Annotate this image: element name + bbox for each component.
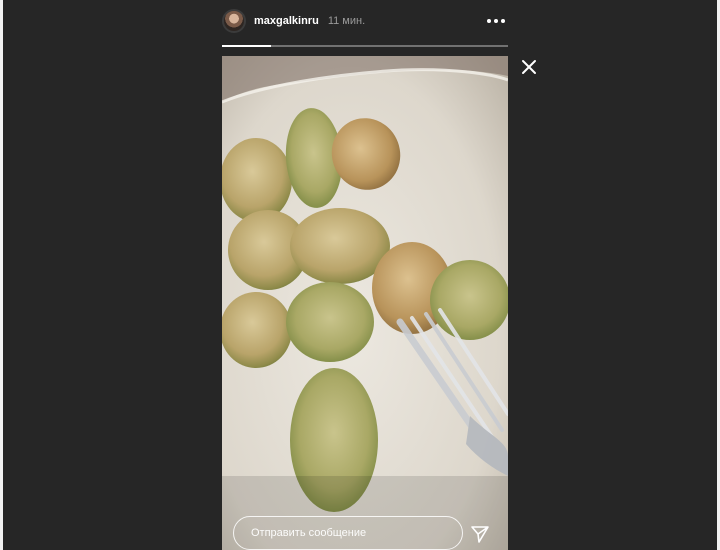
close-icon — [522, 60, 536, 74]
avatar[interactable] — [222, 9, 246, 33]
story-photo — [222, 56, 508, 550]
close-story-button[interactable] — [518, 56, 540, 78]
send-paper-plane-icon — [471, 526, 489, 543]
story-header: maxgalkinru 11 мин. — [222, 6, 508, 36]
send-button[interactable] — [469, 523, 491, 545]
story-progress-bar — [222, 45, 508, 47]
story-media[interactable] — [222, 56, 508, 550]
more-options-button[interactable] — [484, 11, 508, 31]
more-horizontal-icon — [487, 19, 505, 23]
story-progress-fill — [222, 45, 271, 47]
reply-message-input[interactable]: Отправить сообщение — [233, 516, 463, 550]
reply-placeholder: Отправить сообщение — [251, 527, 367, 539]
username-link[interactable]: maxgalkinru — [254, 15, 319, 27]
time-ago: 11 мин. — [327, 15, 366, 27]
